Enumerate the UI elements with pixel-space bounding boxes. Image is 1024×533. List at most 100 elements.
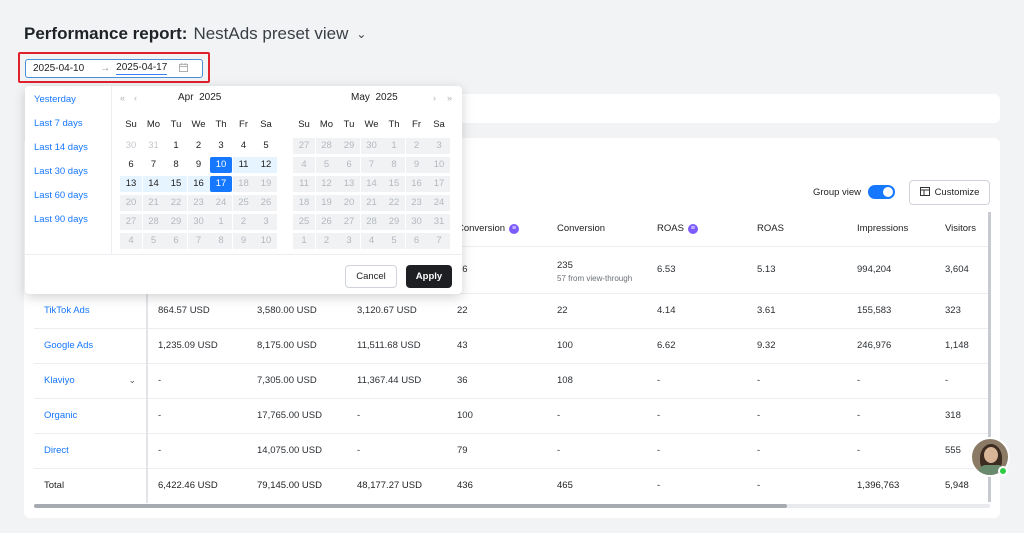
table-cell: -: [747, 433, 847, 469]
apply-button[interactable]: Apply: [406, 265, 452, 288]
column-header-conversion[interactable]: Conversion: [547, 212, 647, 247]
calendar-day[interactable]: 11: [232, 157, 255, 173]
calendar-day[interactable]: 17: [210, 176, 232, 192]
calendar-day: 9: [405, 157, 428, 173]
calendar-icon[interactable]: [179, 63, 189, 74]
info-icon[interactable]: ≡: [509, 223, 520, 234]
calendar-day[interactable]: 3: [210, 138, 232, 154]
calendar-day[interactable]: 6: [120, 157, 142, 173]
calendar-day: 20: [338, 195, 360, 211]
channel-name[interactable]: TikTok Ads: [34, 293, 148, 329]
calendar-month-label[interactable]: May 2025: [351, 92, 398, 103]
table-cell: 7,305.00 USD: [247, 363, 347, 399]
calendar-day: 10: [255, 233, 277, 249]
calendar-day: 2: [405, 138, 428, 154]
table-cell: 79: [447, 433, 547, 469]
next-year-icon[interactable]: »: [447, 93, 452, 103]
month-name[interactable]: Apr: [178, 92, 194, 103]
calendar-day: 30: [187, 214, 210, 230]
chevron-down-icon[interactable]: ⌄: [128, 375, 136, 386]
customize-button[interactable]: Customize: [909, 180, 990, 205]
calendar-day[interactable]: 30: [120, 138, 142, 154]
table-cell: 6,422.46 USD: [158, 480, 218, 492]
preset-last-7-days[interactable]: Last 7 days: [34, 118, 83, 129]
preset-yesterday[interactable]: Yesterday: [34, 94, 76, 105]
preset-last-14-days[interactable]: Last 14 days: [34, 142, 88, 153]
scrollbar-thumb[interactable]: [34, 504, 787, 508]
calendar-day: 26: [315, 214, 338, 230]
table-cell: -: [757, 480, 761, 492]
prev-month-icon[interactable]: ‹: [134, 93, 137, 103]
table-cell: -: [547, 433, 647, 469]
chevron-down-icon[interactable]: ⌄: [356, 27, 366, 41]
column-header-label: Conversion: [457, 223, 506, 235]
column-header-roas[interactable]: ROAS ≡: [647, 212, 747, 247]
next-month-icon[interactable]: ›: [433, 93, 436, 103]
table-row: Google Ads 1,235.09 USD 8,175.00 USD 11,…: [34, 328, 990, 364]
table-cell: 3.61: [747, 293, 847, 329]
calendar-day[interactable]: 13: [120, 176, 142, 192]
calendar-day: 5: [383, 233, 405, 249]
calendar-day: 27: [338, 214, 360, 230]
channel-name[interactable]: Google Ads: [34, 328, 148, 364]
channel-name[interactable]: Organic: [34, 398, 148, 434]
calendar-day[interactable]: 10: [210, 157, 232, 173]
year-name[interactable]: 2025: [375, 92, 397, 103]
calendar-day: 29: [165, 214, 187, 230]
calendar-day: 21: [360, 195, 383, 211]
month-name[interactable]: May: [351, 92, 370, 103]
table-cell: 8,175.00 USD: [247, 328, 347, 364]
calendar-day[interactable]: 31: [143, 138, 165, 154]
calendar-day[interactable]: 16: [187, 176, 210, 192]
table-cell: 79,145.00 USD: [257, 480, 322, 492]
calendar-day[interactable]: 9: [188, 157, 210, 173]
calendar-day: 28: [360, 214, 383, 230]
channel-name-expandable[interactable]: Klaviyo ⌄: [34, 363, 148, 399]
calendar-day: 25: [293, 214, 315, 230]
calendar-day[interactable]: 7: [143, 157, 165, 173]
channel-name[interactable]: Direct: [34, 433, 148, 469]
group-view-toggle[interactable]: [868, 185, 896, 199]
table-cell: 6.62: [647, 328, 747, 364]
table-cell: 994,204: [847, 246, 935, 294]
calendar-day[interactable]: 14: [142, 176, 165, 192]
calendar-day: 23: [405, 195, 428, 211]
table-cell: -: [347, 433, 447, 469]
calendar-day[interactable]: 4: [233, 138, 255, 154]
calendar-day[interactable]: 2: [188, 138, 210, 154]
table-cell: 9.32: [747, 328, 847, 364]
calendar-day[interactable]: 12: [255, 157, 277, 173]
calendar-day[interactable]: 15: [165, 176, 187, 192]
table-cell: -: [747, 398, 847, 434]
date-range-input[interactable]: 2025-04-10 → 2025-04-17: [25, 59, 203, 78]
year-name[interactable]: 2025: [199, 92, 221, 103]
prev-year-icon[interactable]: «: [120, 93, 125, 103]
calendar-day[interactable]: 5: [255, 138, 277, 154]
horizontal-scrollbar[interactable]: [34, 504, 990, 508]
table-cell: -: [547, 398, 647, 434]
preset-last-30-days[interactable]: Last 30 days: [34, 166, 88, 177]
group-view-control: Group view: [813, 185, 896, 199]
channel-name[interactable]: Klaviyo: [44, 375, 75, 386]
column-header-roas[interactable]: ROAS: [747, 212, 847, 247]
calendar-month-label[interactable]: Apr 2025: [178, 92, 221, 103]
table-cell: 3,604: [935, 246, 990, 294]
preset-last-90-days[interactable]: Last 90 days: [34, 214, 88, 225]
table-cell: 864.57 USD: [147, 293, 247, 329]
calendar-day: 4: [120, 233, 142, 249]
preset-view-selector[interactable]: NestAds preset view: [193, 24, 348, 44]
column-header-conversion[interactable]: Conversion ≡: [447, 212, 547, 247]
calendar-day[interactable]: 1: [165, 138, 187, 154]
end-date[interactable]: 2025-04-17: [116, 62, 168, 75]
start-date[interactable]: 2025-04-10: [33, 63, 84, 74]
table-cell: 1,148: [935, 328, 990, 364]
calendar-day: 22: [383, 195, 405, 211]
column-header-visitors[interactable]: Visitors: [935, 212, 990, 247]
column-header-impressions[interactable]: Impressions: [847, 212, 935, 247]
info-icon[interactable]: ≡: [687, 223, 698, 234]
weekday-label: Th: [388, 119, 400, 130]
calendar-day[interactable]: 8: [165, 157, 187, 173]
preset-last-60-days[interactable]: Last 60 days: [34, 190, 88, 201]
cancel-button[interactable]: Cancel: [345, 265, 397, 288]
calendar-day: 4: [360, 233, 383, 249]
